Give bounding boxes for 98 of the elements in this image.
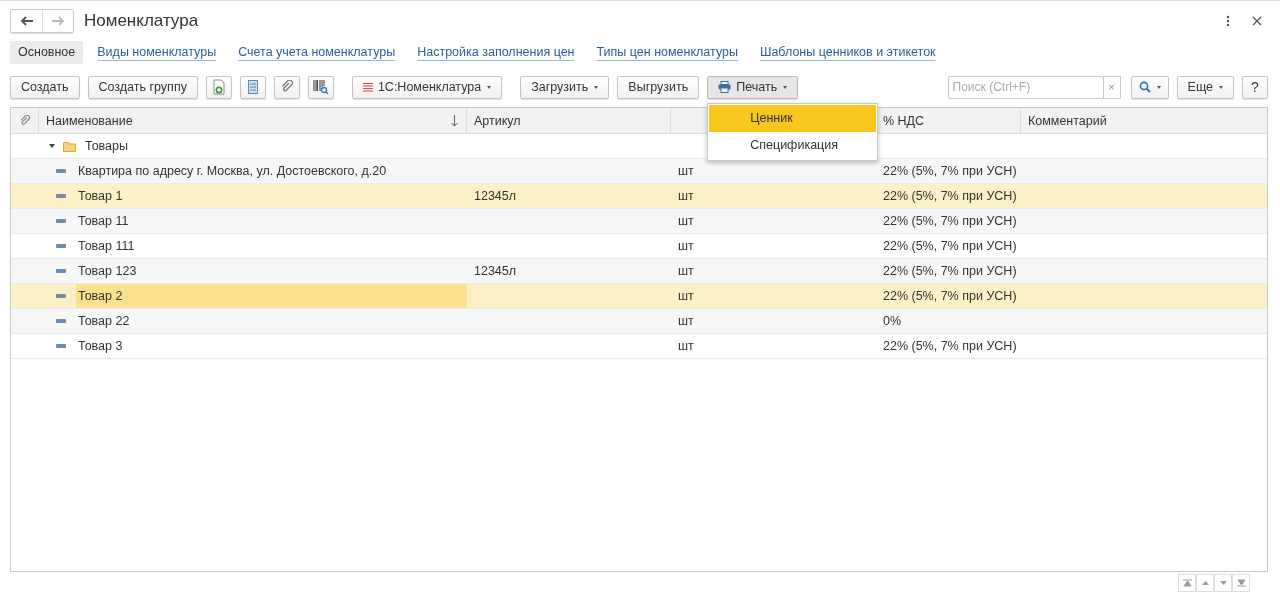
column-header[interactable]: Наименование <box>39 108 467 133</box>
table-cell: шт <box>678 289 694 303</box>
table-cell-text: Товар 123 <box>77 263 138 280</box>
window-title: Номенклатура <box>84 11 199 31</box>
item-icon <box>56 319 66 323</box>
column-header[interactable]: Комментарий <box>1021 108 1267 133</box>
toolbar-button[interactable]: Выгрузить <box>617 75 700 99</box>
tab[interactable]: Виды номенклатуры <box>89 40 225 64</box>
table-cell: 12345л <box>474 189 517 203</box>
scroll-down-button[interactable] <box>1214 574 1232 592</box>
table-cell: 22% (5%, 7% при УСН) <box>883 264 1017 278</box>
table-row[interactable]: Товар 2 шт 22% (5%, 7% при УСН) <box>11 284 1267 309</box>
table-cell-text: Товар 3 <box>77 338 124 355</box>
print-button[interactable]: Печать <box>707 75 799 99</box>
table-cell: 22% (5%, 7% при УСН) <box>883 239 1017 253</box>
toolbar-button[interactable]: Загрузить <box>520 75 610 99</box>
item-icon <box>56 344 66 348</box>
table-cell: шт <box>678 264 694 278</box>
table-cell-text: Квартира по адресу г. Москва, ул. Достоевского, д.20 <box>77 163 388 180</box>
menu-item[interactable]: Ценник <box>709 104 877 132</box>
more-button[interactable]: Еще <box>1176 75 1234 99</box>
search-button[interactable] <box>1130 75 1169 99</box>
expand-toggle-icon[interactable] <box>49 143 55 149</box>
item-icon <box>56 244 66 248</box>
search-field[interactable]: Поиск (Ctrl+F) <box>947 75 1104 99</box>
list-icon <box>247 80 258 94</box>
paperclip-icon <box>279 80 294 94</box>
table-cell: шт <box>678 214 694 228</box>
item-icon <box>56 194 66 198</box>
tab[interactable]: Настройка заполнения цен <box>409 40 583 64</box>
table-row[interactable]: Товар 1 12345л шт 22% (5%, 7% при УСН) <box>11 184 1267 209</box>
help-button[interactable]: ? <box>1242 75 1268 99</box>
barcode-search-icon <box>312 79 329 95</box>
table-cell: шт <box>678 189 694 203</box>
table-cell: 22% (5%, 7% при УСН) <box>883 339 1017 353</box>
item-icon <box>56 219 66 223</box>
table-cell: Товар 2 <box>76 284 467 308</box>
table-cell-text: Товар 111 <box>77 238 136 255</box>
table-row[interactable]: Товар 123 12345л шт 22% (5%, 7% при УСН) <box>11 259 1267 284</box>
item-icon <box>56 169 66 173</box>
tab[interactable]: Основное <box>10 40 84 64</box>
caret-icon <box>1156 85 1161 89</box>
tab[interactable]: Шаблоны ценников и этикеток <box>751 40 944 64</box>
tab[interactable]: Типы цен номенклатуры <box>588 40 746 64</box>
caret-icon <box>1219 85 1223 89</box>
folder-icon <box>63 140 77 152</box>
caret-icon <box>783 85 788 89</box>
left-arrow-icon <box>19 16 34 26</box>
table-cell: 0% <box>883 314 902 328</box>
table-row[interactable]: Квартира по адресу г. Москва, ул. Достоевского, д.20 шт 22% (5%, 7% при УСН) <box>11 159 1267 184</box>
table-cell: шт <box>678 239 694 253</box>
sort-arrow-icon <box>451 114 458 127</box>
table-cell: шт <box>678 314 694 328</box>
table-cell: шт <box>678 164 694 178</box>
add-document-icon <box>211 79 226 95</box>
table-row[interactable]: Товар 3 шт 22% (5%, 7% при УСН) <box>11 334 1267 359</box>
toolbar-button[interactable]: Создать группу <box>87 75 198 99</box>
table-cell-text: Товар 11 <box>77 213 130 230</box>
attachment-button[interactable] <box>273 75 300 99</box>
group-name: Товары <box>85 139 128 153</box>
paperclip-icon <box>18 114 31 127</box>
table-cell: 12345л <box>474 264 517 278</box>
list-button[interactable] <box>239 75 266 99</box>
down-triangle-icon <box>1218 580 1228 586</box>
menu-item[interactable]: Спецификация <box>709 131 877 159</box>
last-icon <box>1236 579 1246 587</box>
tab[interactable]: Счета учета номенклатуры <box>230 40 404 64</box>
table-row[interactable]: Товар 11 шт 22% (5%, 7% при УСН) <box>11 209 1267 234</box>
scroll-to-bottom-button[interactable] <box>1232 574 1250 592</box>
right-arrow-icon <box>51 16 65 26</box>
toolbar-button[interactable]: Создать <box>10 75 80 99</box>
close-icon[interactable] <box>1252 16 1262 26</box>
add-document-button[interactable] <box>205 75 232 99</box>
scroll-to-top-button[interactable] <box>1178 574 1196 592</box>
table-cell: 22% (5%, 7% при УСН) <box>883 214 1017 228</box>
table-cell: шт <box>678 339 694 353</box>
barcode-search-button[interactable] <box>307 75 334 99</box>
table-cell-text: Товар 22 <box>77 313 131 330</box>
back-button[interactable] <box>11 10 42 32</box>
first-icon <box>1182 579 1192 587</box>
scroll-up-button[interactable] <box>1196 574 1214 592</box>
item-icon <box>56 269 66 273</box>
toolbar-button[interactable]: 1С:Номенклатура <box>351 75 503 99</box>
up-triangle-icon <box>1200 580 1210 586</box>
more-options-icon[interactable] <box>1226 15 1230 27</box>
column-header[interactable]: Артикул <box>467 108 671 133</box>
table-row[interactable]: Товар 22 шт 0% <box>11 309 1267 334</box>
table-cell-text: Товар 1 <box>77 188 124 205</box>
list-icon <box>362 82 373 92</box>
search-icon <box>1138 81 1151 93</box>
printer-icon <box>718 81 732 93</box>
caret-icon <box>594 85 599 89</box>
item-icon <box>56 294 66 298</box>
table-cell: 22% (5%, 7% при УСН) <box>883 164 1017 178</box>
column-header[interactable]: % НДС <box>876 108 1021 133</box>
caret-icon <box>487 85 492 89</box>
table-cell: 22% (5%, 7% при УСН) <box>883 289 1017 303</box>
table-cell: 22% (5%, 7% при УСН) <box>883 189 1017 203</box>
